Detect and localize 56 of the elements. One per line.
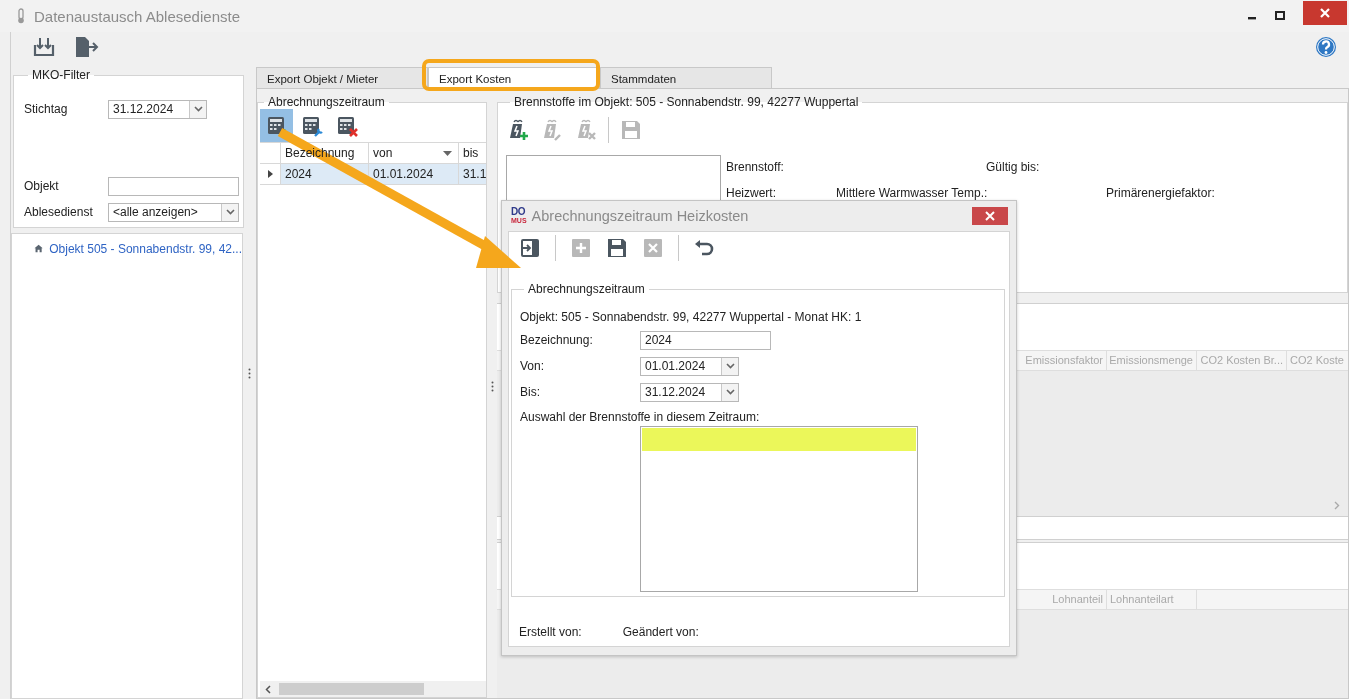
exit-icon[interactable] (519, 237, 541, 259)
field-label: Von: (520, 359, 546, 373)
footer-label: Erstellt von: (519, 625, 582, 639)
chevron-down-icon (725, 389, 735, 395)
column-header[interactable]: von (369, 143, 459, 163)
table-cell: 31.1 (459, 164, 487, 184)
tab[interactable]: Stammdaten (600, 67, 772, 88)
dropdown-field[interactable]: 31.12.2024 (108, 99, 207, 119)
row-pointer-icon (267, 170, 273, 178)
field-label: Bis: (520, 385, 541, 399)
splitter-grip-icon[interactable] (490, 381, 494, 392)
date-dropdown-field[interactable]: 01.01.2024 (640, 356, 739, 376)
window-title: Datenaustausch Ablesedienste (34, 7, 240, 25)
close-icon (1320, 8, 1330, 18)
chevron-down-icon (725, 363, 735, 369)
table-row[interactable]: 2024 01.01.2024 31.1 (260, 164, 487, 185)
footer-label: Geändert von: (622, 625, 699, 639)
field-label: Bezeichnung: (520, 333, 594, 347)
chevron-down-icon (225, 209, 235, 215)
field-label: Heizwert: (726, 186, 777, 200)
input-field[interactable] (108, 176, 239, 196)
close-icon (985, 211, 995, 221)
field-label: Ablesedienst (24, 205, 94, 219)
field-label: Gültig bis: (986, 160, 1040, 174)
import-icon[interactable] (33, 37, 55, 57)
field-label: Stichtag (24, 102, 69, 116)
field-label: Objekt (24, 179, 60, 193)
list-label: Auswahl der Brennstoffe in diesem Zeitraum: (520, 410, 761, 424)
export-icon[interactable] (75, 36, 99, 58)
input-field[interactable]: 2024 (640, 330, 771, 350)
date-dropdown-field[interactable]: 31.12.2024 (640, 382, 739, 402)
group-title: Abrechnungszeitraum (527, 282, 646, 296)
column-header[interactable]: bis (459, 143, 487, 163)
dialog-title: Abrechnungszeitraum Heizkosten (531, 208, 749, 224)
table-cell: 01.01.2024 (369, 164, 459, 184)
field-label: Primärenergiefaktor: (1106, 186, 1215, 200)
splitter-grip-icon[interactable] (248, 368, 251, 379)
tree-item[interactable]: Objekt 505 - Sonnabendstr. 99, 42... (49, 241, 242, 256)
save-icon[interactable] (606, 237, 628, 259)
help-icon[interactable] (1315, 36, 1337, 58)
thermometer-icon (16, 8, 26, 24)
close-button[interactable] (1303, 1, 1347, 25)
group-title: Abrechnungszeitraum (267, 95, 386, 109)
maximize-icon[interactable] (1275, 11, 1285, 21)
chevron-down-icon (193, 106, 203, 112)
group-title: MKO-Filter (31, 68, 91, 82)
tab[interactable]: Export Objekt / Mieter (256, 67, 428, 88)
horizontal-scrollbar[interactable] (260, 681, 487, 697)
group-title: Brennstoffe im Objekt: 505 - Sonnabendstr. 99, 42277 Wuppertal (513, 95, 860, 109)
field-label: Mittlere Warmwasser Temp.: (836, 186, 989, 200)
dropdown-field[interactable]: <alle anzeigen> (108, 202, 239, 222)
chevron-left-icon[interactable] (265, 684, 271, 694)
close-button[interactable] (972, 207, 1008, 225)
sort-arrow-icon (443, 150, 452, 156)
object-info-text: Objekt: 505 - Sonnabendstr. 99, 42277 Wuppertal - Monat HK: 1 (520, 310, 863, 324)
field-label: Brennstoff: (726, 160, 785, 174)
